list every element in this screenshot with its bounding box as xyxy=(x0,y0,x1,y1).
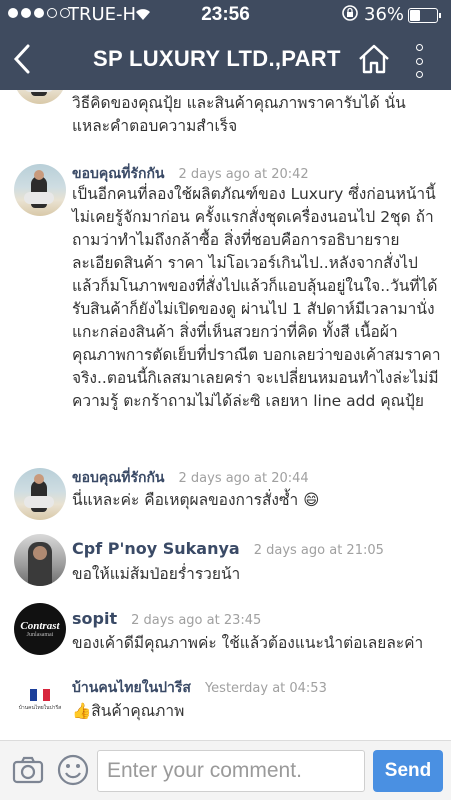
more-options-button[interactable] xyxy=(412,44,426,78)
comment-text: ของเค้าดีมีคุณภาพค่ะ ใช้แล้วต้องแนะนำต่อ… xyxy=(72,634,424,652)
camera-button[interactable] xyxy=(12,756,44,784)
avatar[interactable] xyxy=(14,90,66,104)
battery-icon xyxy=(408,8,441,23)
avatar[interactable]: บ้านคนไทยในปารีส xyxy=(14,674,66,726)
back-button[interactable] xyxy=(8,42,38,76)
comment-input[interactable] xyxy=(97,750,365,792)
comment-text: นี่แหละค่ะ คือเหตุผลของการสั่งซ้ำ 😄 xyxy=(72,491,320,509)
status-bar: TRUE-H 23:56 36% xyxy=(0,0,451,30)
comment-text: เป็นอีกคนที่ลองใช้ผลิตภัณฑ์ของ Luxury ซึ… xyxy=(72,185,441,410)
avatar[interactable] xyxy=(14,164,66,216)
comment-text: ขอให้แม่ส้มป่อยรํ่ารวยน้า xyxy=(72,565,241,583)
comment-time: 2 days ago at 23:45 xyxy=(131,613,262,628)
home-icon xyxy=(359,44,389,74)
comment-time: Yesterday at 04:53 xyxy=(204,681,327,696)
avatar[interactable]: Contrast Junlasamai xyxy=(14,603,66,655)
rotation-lock-icon xyxy=(341,4,359,27)
comment-author[interactable]: ขอบคุณที่รักกัน 2 days ago at 20:44 xyxy=(72,467,309,489)
comment-author[interactable]: บ้านคนไทยในปารีส Yesterday at 04:53 xyxy=(72,677,327,699)
comment-author[interactable]: ขอบคุณที่รักกัน 2 days ago at 20:42 xyxy=(72,163,309,185)
chevron-left-icon xyxy=(13,44,30,74)
comment-composer: Send xyxy=(0,740,451,800)
smiley-icon xyxy=(57,754,89,786)
comment-text: วิธีคิดของคุณปุ้ย และสินค้าคุณภาพราคารับ… xyxy=(72,94,406,135)
page-title: SP LUXURY LTD.,PART xyxy=(93,46,341,71)
top-bar: TRUE-H 23:56 36% SP LUXURY LTD.,PART xyxy=(0,0,451,90)
comment-author[interactable]: sopit 2 days ago at 23:45 xyxy=(72,609,261,628)
emoji-button[interactable] xyxy=(56,753,90,787)
comment-list[interactable]: วิธีคิดของคุณปุ้ย และสินค้าคุณภาพราคารับ… xyxy=(0,90,451,740)
kebab-icon xyxy=(415,44,423,51)
avatar[interactable] xyxy=(14,468,66,520)
avatar[interactable] xyxy=(14,534,66,586)
battery-percent: 36% xyxy=(364,4,405,25)
send-button[interactable]: Send xyxy=(373,750,443,792)
comment-time: 2 days ago at 20:44 xyxy=(178,471,309,486)
comment-time: 2 days ago at 21:05 xyxy=(253,543,384,558)
french-flag-icon xyxy=(30,688,51,701)
comment-time: 2 days ago at 20:42 xyxy=(178,167,309,182)
camera-icon xyxy=(12,756,44,784)
comment-text: 👍สินค้าคุณภาพ xyxy=(72,702,185,720)
comment-author[interactable]: Cpf P'noy Sukanya 2 days ago at 21:05 xyxy=(72,539,384,558)
home-button[interactable] xyxy=(357,43,391,75)
